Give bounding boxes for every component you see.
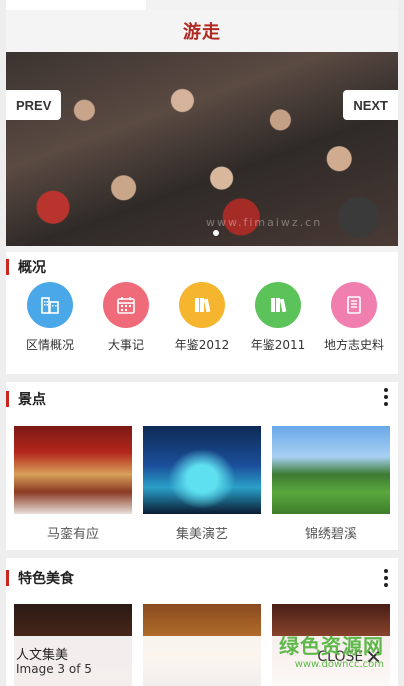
overview-item-events[interactable]: 大事记	[88, 282, 164, 353]
lightbox-counter: Image 3 of 5	[16, 662, 92, 676]
books-icon	[179, 282, 225, 328]
calendar-icon	[103, 282, 149, 328]
scenery-title: 景点	[18, 392, 46, 408]
section-divider	[6, 374, 398, 382]
overview-item-label: 年鉴2012	[174, 338, 230, 352]
more-options-icon[interactable]	[382, 569, 390, 587]
overview-item-label: 大事记	[107, 338, 144, 352]
lightbox-caption: 人文集美	[16, 648, 69, 663]
prev-button[interactable]: PREV	[6, 90, 62, 120]
app-frame: 游走 PREV NEXT www.fimaiwz.cn 概况 区情概况 大事记	[6, 0, 398, 686]
overview-item-yearbook-2011[interactable]: 年鉴2011	[240, 282, 316, 353]
buildings-icon	[27, 282, 73, 328]
scenery-label: 马銮有应	[46, 527, 99, 542]
overview-title: 概况	[18, 260, 46, 276]
food-header: 特色美食	[6, 558, 398, 598]
section-divider	[6, 550, 398, 558]
page-title: 游走	[183, 22, 221, 43]
status-strip	[6, 0, 146, 10]
overview-item-label: 区情概况	[25, 338, 74, 352]
site-watermark: 绿色资源网 www.downcc.com	[279, 630, 384, 670]
overview-icon-row: 区情概况 大事记 年鉴2012 年鉴2011 地方志史料	[6, 282, 398, 353]
overview-item-label: 地方志史料	[323, 338, 384, 352]
section-marker	[6, 570, 9, 586]
document-icon	[331, 282, 377, 328]
watermark-brand: 绿色资源网	[279, 634, 384, 658]
app-header: 游走	[6, 10, 398, 52]
scenery-section: 景点 马銮有应 集美演艺 锦绣碧溪	[6, 382, 398, 550]
watermark-url: www.downcc.com	[294, 659, 384, 670]
scenery-label: 锦绣碧溪	[304, 527, 357, 542]
scenery-header: 景点	[6, 382, 398, 416]
scenery-label: 集美演艺	[175, 527, 228, 542]
scenery-image	[143, 426, 261, 514]
scenery-card[interactable]: 集美演艺	[143, 426, 261, 542]
scenery-card[interactable]: 锦绣碧溪	[272, 426, 390, 542]
scenery-image	[14, 426, 132, 514]
overview-item-yearbook-2012[interactable]: 年鉴2012	[164, 282, 240, 353]
scenery-image	[272, 426, 390, 514]
books-icon	[255, 282, 301, 328]
more-options-icon[interactable]	[382, 388, 390, 406]
overview-item-label: 年鉴2011	[250, 338, 306, 352]
overview-item-region[interactable]: 区情概况	[12, 282, 88, 353]
scenery-thumbnails: 马銮有应 集美演艺 锦绣碧溪	[6, 416, 398, 542]
overview-header: 概况	[6, 252, 398, 282]
carousel-watermark: www.fimaiwz.cn	[206, 216, 323, 229]
section-marker	[6, 259, 9, 275]
overview-item-local-records[interactable]: 地方志史料	[316, 282, 392, 353]
hero-carousel[interactable]: PREV NEXT www.fimaiwz.cn	[6, 52, 398, 246]
carousel-dot[interactable]	[213, 230, 219, 236]
next-button[interactable]: NEXT	[343, 90, 398, 120]
scenery-card[interactable]: 马銮有应	[14, 426, 132, 542]
overview-section: 概况 区情概况 大事记 年鉴2012 年鉴2011 地方志史料	[6, 252, 398, 374]
food-title: 特色美食	[18, 571, 74, 587]
section-marker	[6, 391, 9, 407]
